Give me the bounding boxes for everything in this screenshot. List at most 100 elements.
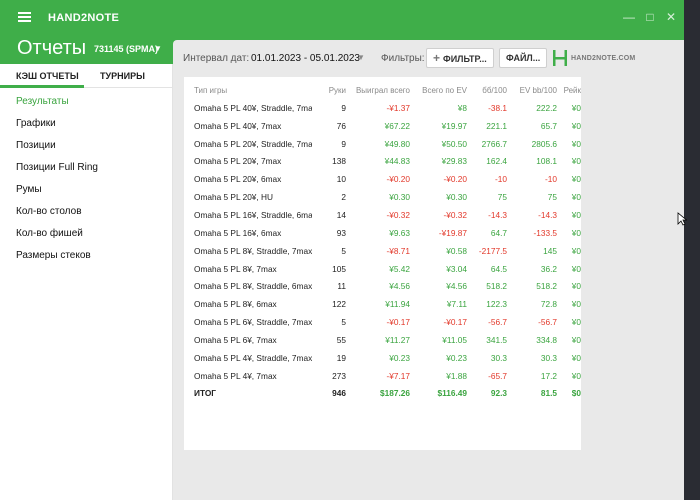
sidebar-tabs: КЭШ ОТЧЕТЫ ТУРНИРЫ xyxy=(0,64,172,88)
table-row[interactable]: Omaha 5 PL 8¥, 7max 105 ¥5.42 ¥3.04 64.5 36.2… xyxy=(184,260,581,278)
table-cell: Omaha 5 PL 20¥, HU xyxy=(194,192,274,203)
table-cell: -56.7 xyxy=(538,317,557,328)
sidebar-item-rooms[interactable]: Румы xyxy=(16,184,42,195)
table-cell: ¥67.22 xyxy=(384,120,410,131)
table-cell: 138 xyxy=(332,156,346,167)
table-cell: Omaha 5 PL 4¥, 7max xyxy=(194,370,277,381)
table-cell: ¥11.05 xyxy=(442,334,467,345)
results-table: Тип игры Руки Выиграл всего Всего по EV бб/1… xyxy=(184,77,581,402)
table-cell: 36.2 xyxy=(540,263,557,274)
table-cell: Omaha 5 PL 40¥, 7max xyxy=(194,120,282,131)
table-cell: 2 xyxy=(341,192,346,203)
table-cell: -56.7 xyxy=(488,317,507,328)
column-header[interactable]: Руки xyxy=(312,77,352,99)
tab-tournaments[interactable]: ТУРНИРЫ xyxy=(100,71,145,81)
table-cell: 10 xyxy=(336,174,346,185)
table-cell: ¥44.83 xyxy=(384,156,410,167)
table-cell: ¥11.27 xyxy=(385,334,410,345)
table-cell: Omaha 5 PL 8¥, Straddle, 6max xyxy=(194,281,312,292)
table-cell: Omaha 5 PL 4¥, Straddle, 7max xyxy=(194,352,312,363)
table-cell: ¥0 xyxy=(571,334,581,345)
sidebar-item-positions-full-ring[interactable]: Позиции Full Ring xyxy=(16,162,98,173)
table-row[interactable]: Omaha 5 PL 16¥, 6max 93 ¥9.63 -¥19.87 64.7 -1… xyxy=(184,224,581,242)
table-cell: 9 xyxy=(341,102,346,113)
sidebar-item-table-count[interactable]: Кол-во столов xyxy=(16,206,82,217)
total-cell: $116.49 xyxy=(437,388,467,399)
table-cell: ¥0 xyxy=(571,299,581,310)
app-window: HAND2NOTE — □ ✕ Отчеты 731145 (SPMA) ▼ К… xyxy=(0,0,684,500)
table-row[interactable]: Omaha 5 PL 16¥, Straddle, 6max 14 -¥0.32 -¥… xyxy=(184,206,581,224)
table-cell: ¥11.94 xyxy=(385,299,410,310)
table-cell: ¥0 xyxy=(571,370,581,381)
table-cell: 30.3 xyxy=(540,352,557,363)
hamburger-icon[interactable] xyxy=(18,12,31,22)
table-cell: ¥0 xyxy=(571,227,581,238)
column-header[interactable]: Выиграл всего xyxy=(352,77,410,99)
tab-cash-reports[interactable]: КЭШ ОТЧЕТЫ xyxy=(16,71,79,81)
table-cell: 17.2 xyxy=(540,370,557,381)
table-cell: ¥7.11 xyxy=(446,299,467,310)
date-interval-label: Интервал дат: xyxy=(183,53,250,64)
sidebar-item-fish-count[interactable]: Кол-во фишей xyxy=(16,228,83,239)
table-cell: 518.2 xyxy=(536,281,557,292)
report-content: Интервал дат: 01.01.2023 - 05.01.2023 ▼ … xyxy=(173,40,684,500)
table-row[interactable]: Omaha 5 PL 6¥, 7max 55 ¥11.27 ¥11.05 341.5 33… xyxy=(184,331,581,349)
table-row[interactable]: Omaha 5 PL 40¥, 7max 76 ¥67.22 ¥19.97 221.1 6… xyxy=(184,117,581,135)
table-cell: ¥0 xyxy=(571,192,581,203)
table-row[interactable]: Omaha 5 PL 20¥, 7max 138 ¥44.83 ¥29.83 162.4… xyxy=(184,153,581,171)
table-cell: 55 xyxy=(336,334,346,345)
table-row[interactable]: Omaha 5 PL 20¥, Straddle, 7max 9 ¥49.80 ¥50… xyxy=(184,135,581,153)
column-header[interactable]: Всего по EV xyxy=(410,77,467,99)
table-cell: ¥0 xyxy=(571,352,581,363)
table-cell: ¥3.04 xyxy=(446,263,467,274)
chevron-down-icon[interactable]: ▼ xyxy=(154,44,162,53)
table-cell: 75 xyxy=(497,192,507,203)
column-header[interactable]: Тип игры xyxy=(184,77,312,99)
table-cell: ¥0 xyxy=(571,263,581,274)
column-header[interactable]: бб/100 xyxy=(467,77,507,99)
table-row[interactable]: Omaha 5 PL 4¥, Straddle, 7max 19 ¥0.23 ¥0.2… xyxy=(184,349,581,367)
table-cell: ¥0 xyxy=(571,156,581,167)
minimize-icon[interactable]: — xyxy=(622,10,636,24)
table-cell: 72.8 xyxy=(540,299,557,310)
file-button[interactable]: ФАЙЛ... xyxy=(499,48,548,68)
table-cell: ¥0 xyxy=(571,174,581,185)
table-row[interactable]: Omaha 5 PL 4¥, 7max 273 -¥7.17 ¥1.88 -65.7 17… xyxy=(184,367,581,385)
table-total-row: ИТОГ 946 $187.26 $116.49 92.3 81.5 $0 xyxy=(184,385,581,403)
date-range-select[interactable]: 01.01.2023 - 05.01.2023 xyxy=(251,53,360,64)
table-cell: ¥0 xyxy=(571,102,581,113)
table-row[interactable]: Omaha 5 PL 20¥, 6max 10 -¥0.20 -¥0.20 -10 -10… xyxy=(184,170,581,188)
table-row[interactable]: Omaha 5 PL 20¥, HU 2 ¥0.30 ¥0.30 75 75 ¥0 xyxy=(184,188,581,206)
table-row[interactable]: Omaha 5 PL 40¥, Straddle, 7max 9 -¥1.37 ¥8 -… xyxy=(184,99,581,117)
column-header[interactable]: EV bb/100 xyxy=(507,77,557,99)
title-bar: HAND2NOTE — □ ✕ xyxy=(0,0,684,34)
table-cell: 273 xyxy=(332,370,346,381)
table-row[interactable]: Omaha 5 PL 8¥, Straddle, 7max 5 -¥8.71 ¥0.5… xyxy=(184,242,581,260)
sidebar-item-results[interactable]: Результаты xyxy=(16,96,69,107)
table-cell: ¥49.80 xyxy=(384,138,410,149)
table-body: Omaha 5 PL 40¥, Straddle, 7max 9 -¥1.37 ¥8 -… xyxy=(184,99,581,402)
filter-button[interactable]: + ФИЛЬТР... xyxy=(426,48,494,68)
chevron-down-icon[interactable]: ▼ xyxy=(357,53,365,62)
table-cell: 76 xyxy=(336,120,346,131)
table-cell: ¥4.56 xyxy=(446,281,467,292)
table-cell: Omaha 5 PL 8¥, 6max xyxy=(194,299,277,310)
player-select[interactable]: 731145 (SPMA) xyxy=(94,44,158,54)
table-row[interactable]: Omaha 5 PL 6¥, Straddle, 7max 5 -¥0.17 -¥0.… xyxy=(184,313,581,331)
sidebar-item-positions[interactable]: Позиции xyxy=(16,140,56,151)
table-cell: Omaha 5 PL 20¥, 7max xyxy=(194,156,282,167)
table-cell: 122 xyxy=(332,299,346,310)
table-row[interactable]: Omaha 5 PL 8¥, Straddle, 6max 11 ¥4.56 ¥4.5… xyxy=(184,277,581,295)
maximize-icon[interactable]: □ xyxy=(643,10,657,24)
table-cell: 9 xyxy=(341,138,346,149)
table-cell: ¥0.23 xyxy=(389,352,410,363)
table-cell: 30.3 xyxy=(490,352,507,363)
table-cell: 122.3 xyxy=(486,299,507,310)
table-cell: 5 xyxy=(341,317,346,328)
sidebar-item-graphs[interactable]: Графики xyxy=(16,118,56,129)
column-header[interactable]: Рейк xyxy=(557,77,581,99)
table-cell: ¥4.56 xyxy=(389,281,410,292)
table-row[interactable]: Omaha 5 PL 8¥, 6max 122 ¥11.94 ¥7.11 122.3 72… xyxy=(184,295,581,313)
sidebar-item-stack-sizes[interactable]: Размеры стеков xyxy=(16,250,91,261)
close-icon[interactable]: ✕ xyxy=(664,10,678,24)
